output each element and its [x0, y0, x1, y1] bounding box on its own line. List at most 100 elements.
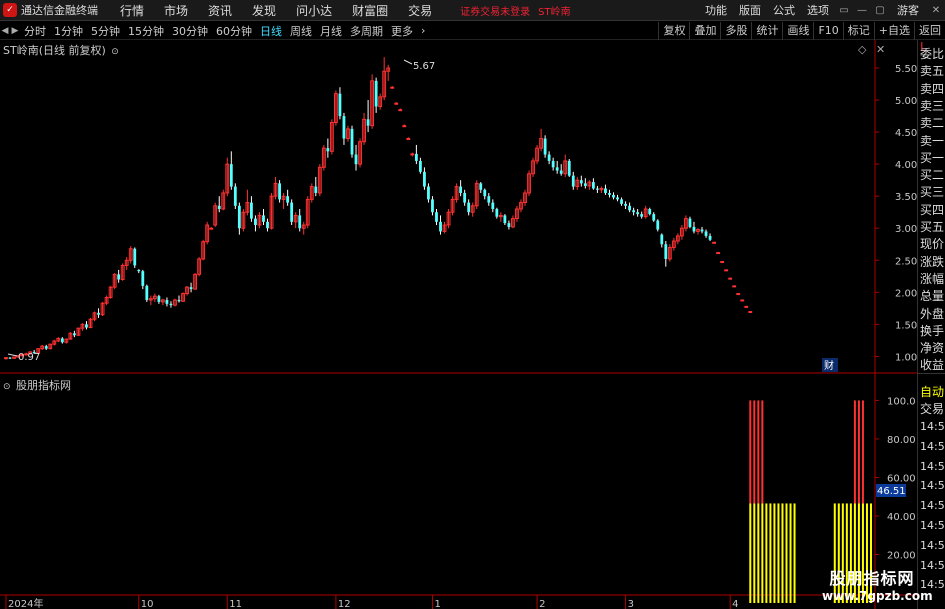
minimize-icon[interactable]: — [853, 5, 871, 16]
candle-body [720, 261, 725, 264]
candle [551, 157, 555, 171]
candle [64, 338, 69, 344]
candle-body [250, 202, 253, 219]
candle [736, 292, 741, 296]
diamond-icon[interactable]: ◇ [858, 43, 866, 56]
candle [583, 178, 587, 189]
period-30min[interactable]: 30分钟 [168, 23, 212, 39]
btn-back[interactable]: 返回 [914, 21, 945, 40]
guest-user[interactable]: 游客 [889, 2, 927, 18]
candle-body [298, 215, 302, 229]
candle [165, 297, 169, 307]
btn-overlay[interactable]: 叠加 [689, 21, 720, 40]
period-multi[interactable]: 多周期 [346, 23, 387, 39]
login-status: 证券交易未登录 [460, 6, 531, 18]
candle-body [716, 252, 721, 255]
btn-add-watchlist[interactable]: +自选 [873, 21, 914, 40]
candle-body [72, 333, 76, 336]
candle [459, 180, 463, 197]
indicator-bar-yellow [753, 503, 756, 603]
chart-area[interactable]: 1.00 1.50 2.00 2.50 3.00 3.50 4.00 4.50 5.00 5.50… [0, 40, 917, 609]
candle [571, 171, 575, 190]
candle [720, 260, 725, 264]
finance-badge[interactable]: 财 [824, 359, 834, 372]
period-15min[interactable]: 15分钟 [124, 23, 168, 39]
indicator-tick-label: 40.00 [887, 512, 916, 523]
menu-markets[interactable]: 市场 [154, 2, 198, 19]
trade-label[interactable]: 交易 [920, 401, 944, 418]
menu-trade[interactable]: 交易 [398, 2, 442, 19]
title-bar: ✓ 通达信金融终端 行情 市场 资讯 发现 问小达 财富圈 交易 证券交易未登录… [0, 0, 945, 21]
candle-body [254, 218, 257, 226]
menu-discover[interactable]: 发现 [242, 2, 286, 19]
candle [628, 202, 632, 213]
indicator-chevron-icon[interactable]: ⊙ [3, 382, 11, 392]
indicator-bar-red [753, 400, 756, 504]
period-timeshare[interactable]: 分时 [20, 23, 50, 39]
candle-body [398, 109, 403, 112]
btn-draw[interactable]: 画线 [782, 21, 813, 40]
tool-function[interactable]: 功能 [699, 2, 733, 18]
restore-icon[interactable]: ▭ [835, 5, 853, 16]
candle [531, 157, 535, 177]
candle [97, 308, 100, 318]
tool-layout[interactable]: 版面 [733, 2, 767, 18]
indicator-bar [773, 503, 776, 603]
time-tick-label: 3 [628, 599, 634, 609]
candle-body [133, 248, 137, 266]
menu-market[interactable]: 行情 [110, 2, 154, 19]
indicator-tick-label: 80.00 [887, 435, 916, 446]
candle [8, 357, 12, 359]
candle [700, 226, 704, 234]
period-5min[interactable]: 5分钟 [87, 23, 124, 39]
candle-body [487, 196, 491, 203]
pane-close-icon[interactable]: ✕ [876, 43, 885, 56]
quote-field-label: 委比 [920, 47, 945, 61]
period-1min[interactable]: 1分钟 [50, 23, 87, 39]
btn-mark[interactable]: 标记 [842, 21, 874, 40]
candle [133, 247, 137, 268]
candle [60, 337, 64, 344]
watermark-url: www.7gpzb.com [822, 589, 933, 603]
period-daily[interactable]: 日线 [256, 23, 286, 39]
btn-stats[interactable]: 统计 [751, 21, 782, 40]
btn-f10[interactable]: F10 [813, 21, 842, 40]
period-monthly[interactable]: 月线 [316, 23, 346, 39]
menu-ask[interactable]: 问小达 [286, 2, 342, 19]
auto-trade-toggle[interactable]: 自动 [920, 384, 944, 401]
candle [427, 183, 430, 203]
candle [442, 221, 447, 234]
candle [161, 298, 165, 306]
prev-arrow-icon[interactable]: ◀ [0, 26, 10, 36]
candle-body [483, 189, 487, 197]
next-arrow-icon[interactable]: ▶ [10, 26, 20, 36]
price-tick-label: 3.00 [895, 224, 917, 235]
candle-body [217, 205, 221, 209]
indicator-tick-label: 20.00 [887, 550, 916, 561]
candle [519, 199, 523, 213]
tool-options[interactable]: 选项 [801, 2, 835, 18]
candle [137, 269, 141, 274]
period-weekly[interactable]: 周线 [286, 23, 316, 39]
menu-news[interactable]: 资讯 [198, 2, 242, 19]
close-icon[interactable]: ✕ [927, 5, 945, 16]
btn-restore-rights[interactable]: 复权 [658, 21, 689, 40]
menu-wealth[interactable]: 财富圈 [342, 2, 398, 19]
candle [599, 186, 604, 193]
dropdown-chevron-icon[interactable]: ⊙ [111, 47, 119, 57]
candle [507, 220, 511, 230]
btn-multi-stock[interactable]: 多股 [720, 21, 751, 40]
maximize-icon[interactable]: ▢ [871, 5, 889, 16]
candle [92, 311, 97, 322]
candle-body [459, 186, 463, 193]
candle-body [632, 210, 636, 213]
time-tick-label: 2024年 [8, 597, 43, 609]
candle [4, 357, 8, 360]
tool-formula[interactable]: 公式 [767, 2, 801, 18]
period-60min[interactable]: 60分钟 [212, 23, 256, 39]
candle [85, 321, 88, 330]
more-chevron-icon[interactable]: › [417, 24, 429, 37]
period-more[interactable]: 更多 [387, 23, 417, 39]
candle [591, 178, 595, 190]
candle [370, 74, 375, 129]
